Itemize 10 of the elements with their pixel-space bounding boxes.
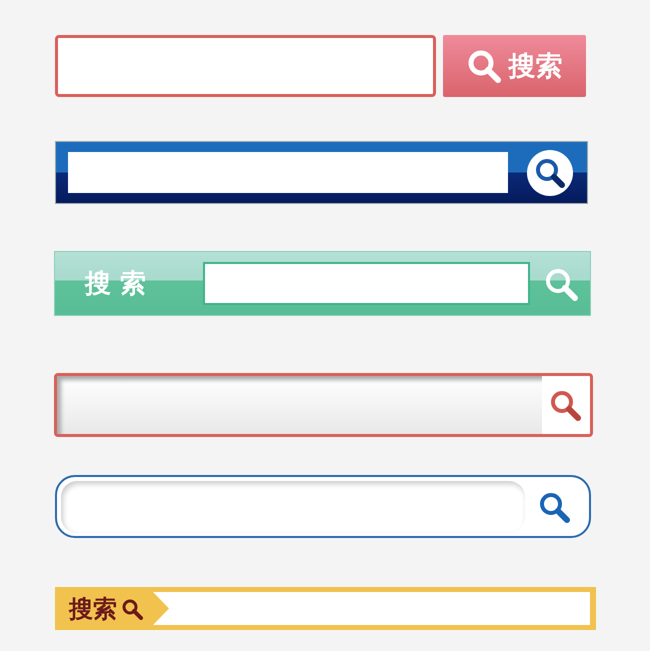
search-field[interactable] [55, 475, 591, 538]
search-label: 搜 索 [85, 268, 148, 301]
search-icon[interactable] [526, 148, 574, 196]
search-icon [121, 598, 143, 620]
search-icon [466, 49, 500, 83]
search-field[interactable] [57, 376, 542, 434]
search-field[interactable] [68, 152, 508, 193]
search-field[interactable] [153, 592, 590, 625]
search-field[interactable] [55, 35, 436, 97]
search-field[interactable] [202, 262, 530, 305]
